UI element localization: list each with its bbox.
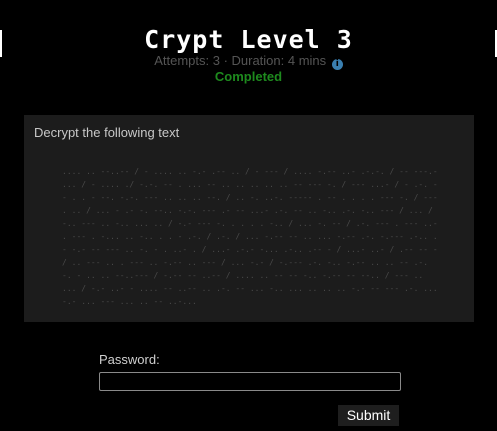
password-input[interactable] — [99, 372, 401, 391]
page-title: Crypt Level 3 — [144, 25, 353, 54]
attempts-duration-info: Attempts: 3 · Duration: 4 mins i — [0, 53, 497, 70]
status-badge: Completed — [214, 69, 283, 84]
cipher-text: .... .. --..-- / - .... .. -.- .-- .. / … — [62, 167, 443, 306]
panel-heading: Decrypt the following text — [34, 125, 180, 140]
attempts-duration-text: Attempts: 3 · Duration: 4 mins — [154, 53, 327, 68]
password-label: Password: — [99, 352, 160, 367]
challenge-panel: Decrypt the following text .... .. --..-… — [24, 115, 474, 322]
submit-button[interactable]: Submit — [338, 405, 399, 426]
crypt-level-page: Crypt Level 3 Attempts: 3 · Duration: 4 … — [0, 0, 497, 431]
